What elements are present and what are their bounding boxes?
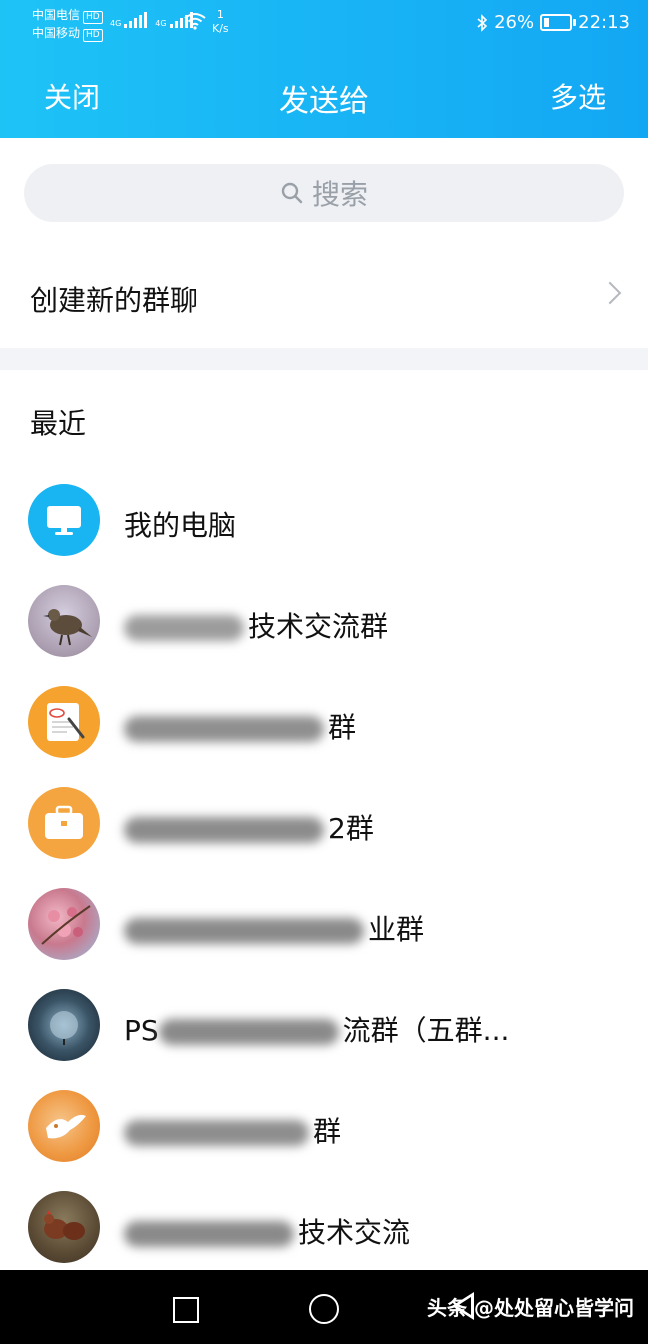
carrier-info: 中国电信 HD 中国移动 HD xyxy=(32,6,103,42)
list-item[interactable]: 技术交流 xyxy=(0,1177,648,1277)
hd-badge-1: HD xyxy=(83,11,103,24)
status-bar: 中国电信 HD 中国移动 HD 4G 4G 1 K/s 26% 22:13 xyxy=(0,0,648,48)
list-item-name: 技术交流群 xyxy=(248,610,389,643)
net-speed-value: 1 xyxy=(216,8,224,21)
hd-badge-2: HD xyxy=(83,29,103,42)
list-item[interactable]: PS 流群（五群... xyxy=(0,975,648,1075)
list-item-name: 业群 xyxy=(368,913,425,946)
chicken-avatar-icon xyxy=(28,1191,100,1263)
watermark-text: 头条 @处处留心皆学问 xyxy=(427,1296,634,1320)
carrier-1: 中国电信 xyxy=(32,8,81,22)
list-item[interactable]: 2群 xyxy=(0,773,648,873)
list-item-name-wrap: 群 xyxy=(124,1110,341,1150)
wifi-icon xyxy=(184,13,206,30)
redacted-text xyxy=(124,615,244,641)
redacted-text xyxy=(124,716,324,742)
list-item-name: 流群（五群... xyxy=(342,1014,510,1047)
net-type-2: 4G xyxy=(155,19,167,28)
chevron-right-icon xyxy=(598,281,622,305)
create-group-row[interactable]: 创建新的群聊 xyxy=(0,247,648,347)
app-header: 中国电信 HD 中国移动 HD 4G 4G 1 K/s 26% 22:13 关闭… xyxy=(0,0,648,138)
planet-avatar-icon xyxy=(28,989,100,1061)
section-divider xyxy=(0,348,648,370)
redacted-text xyxy=(124,1221,294,1247)
list-item-name-wrap: 群 xyxy=(124,706,356,746)
redacted-text xyxy=(158,1019,339,1045)
net-speed-unit: K/s xyxy=(212,22,229,35)
list-item-name-wrap: PS 流群（五群... xyxy=(124,1009,509,1049)
briefcase-icon xyxy=(28,787,100,859)
bird-avatar-icon xyxy=(28,585,100,657)
net-type-1: 4G xyxy=(110,19,122,28)
list-item-name-prefix: PS xyxy=(124,1014,159,1047)
redacted-text xyxy=(124,1120,309,1146)
list-item-name-wrap: 技术交流 xyxy=(124,1211,410,1251)
signal-icons: 4G 4G xyxy=(110,12,193,28)
list-item[interactable]: 群 xyxy=(0,1076,648,1176)
home-button[interactable] xyxy=(309,1294,339,1324)
redacted-text xyxy=(124,918,364,944)
dove-avatar-icon xyxy=(28,1090,100,1162)
battery-percent: 26% xyxy=(494,12,535,33)
multi-select-button[interactable]: 多选 xyxy=(550,76,606,116)
signal-1-icon: 4G xyxy=(110,12,148,28)
carrier-2: 中国移动 xyxy=(32,26,81,40)
list-item-name: 群 xyxy=(313,1115,342,1148)
search-input[interactable]: 搜索 xyxy=(24,164,624,222)
redacted-text xyxy=(124,817,324,843)
search-placeholder: 搜索 xyxy=(311,178,368,211)
recent-section-title: 最近 xyxy=(30,407,87,440)
clock: 22:13 xyxy=(578,12,630,33)
net-speed: 1 K/s xyxy=(212,8,229,36)
search-placeholder-wrap: 搜索 xyxy=(24,164,624,222)
search-icon xyxy=(281,182,303,204)
list-item-name: 我的电脑 xyxy=(124,509,237,542)
list-item-name-wrap: 技术交流群 xyxy=(124,605,388,645)
list-item-name: 2群 xyxy=(328,812,374,845)
bluetooth-icon xyxy=(477,13,488,32)
list-item-name: 群 xyxy=(328,711,357,744)
notepad-icon xyxy=(28,686,100,758)
right-status: 26% 22:13 xyxy=(476,12,630,33)
create-group-label: 创建新的群聊 xyxy=(30,284,199,317)
list-item-name: 技术交流 xyxy=(298,1216,411,1249)
list-item-name-wrap: 2群 xyxy=(124,807,374,847)
system-navigation-bar: 头条 @处处留心皆学问 xyxy=(0,1270,648,1344)
list-item-name-wrap: 业群 xyxy=(124,908,424,948)
computer-icon xyxy=(28,484,100,556)
blossom-avatar-icon xyxy=(28,888,100,960)
battery-icon xyxy=(540,14,577,31)
recent-apps-button[interactable] xyxy=(173,1297,199,1323)
list-item[interactable]: 群 xyxy=(0,672,648,772)
list-item[interactable]: 技术交流群 xyxy=(0,571,648,671)
list-item-my-computer[interactable]: 我的电脑 xyxy=(0,470,648,570)
list-item[interactable]: 业群 xyxy=(0,874,648,974)
